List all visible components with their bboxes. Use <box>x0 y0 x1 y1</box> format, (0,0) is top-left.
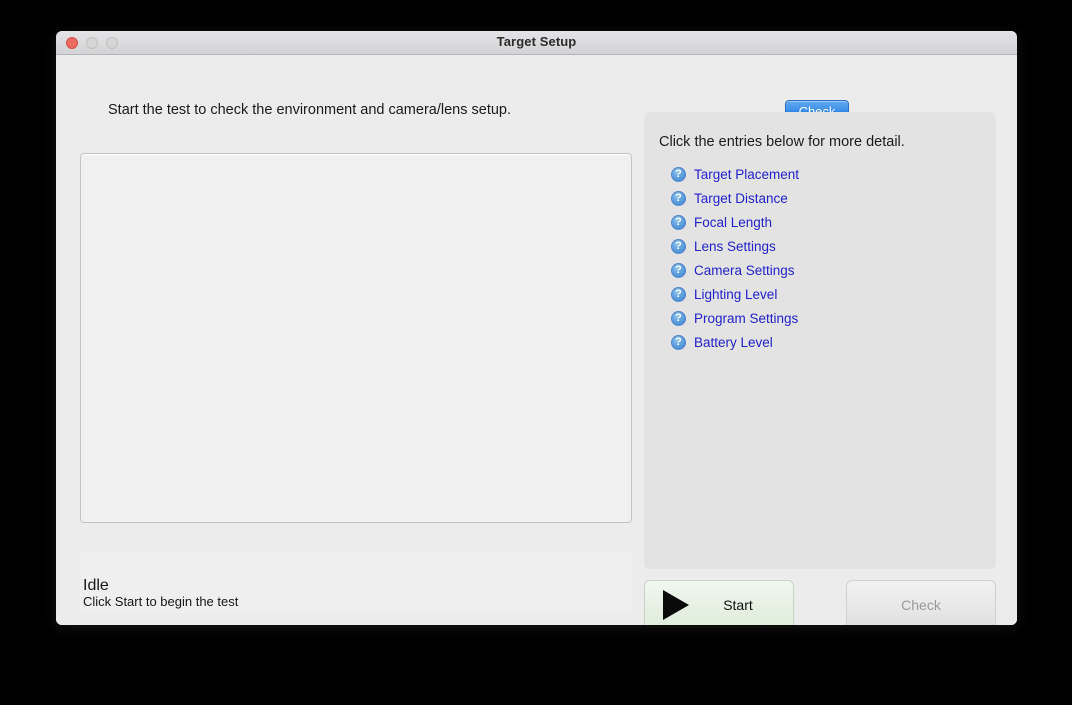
check-entry-list: Target Placement Target Distance Focal L… <box>671 162 971 354</box>
status-hint: Click Start to begin the test <box>83 594 239 609</box>
check-entry-target-placement[interactable]: Target Placement <box>671 162 971 186</box>
check-entry-label: Lighting Level <box>694 286 778 302</box>
check-entry-label: Target Distance <box>694 190 788 206</box>
window-title: Target Setup <box>496 34 577 49</box>
check-entry-program-settings[interactable]: Program Settings <box>671 306 971 330</box>
check-entry-label: Lens Settings <box>694 238 776 254</box>
check-panel: Click the entries below for more detail.… <box>644 112 996 569</box>
check-entry-label: Target Placement <box>694 166 800 182</box>
preview-area[interactable] <box>80 153 632 523</box>
help-circle-icon <box>671 262 686 278</box>
help-circle-icon <box>671 166 686 182</box>
window-body: Start the test to check the environment … <box>56 55 1017 625</box>
help-circle-icon <box>671 334 686 350</box>
check-entry-lens-settings[interactable]: Lens Settings <box>671 234 971 258</box>
help-circle-icon <box>671 286 686 302</box>
help-circle-icon <box>671 238 686 254</box>
window-titlebar: Target Setup <box>56 31 1017 55</box>
check-entry-lighting-level[interactable]: Lighting Level <box>671 282 971 306</box>
check-button: Check <box>846 580 996 625</box>
help-circle-icon <box>671 214 686 230</box>
check-entry-label: Program Settings <box>694 310 799 326</box>
instruction-text: Start the test to check the environment … <box>108 102 511 118</box>
check-button-label: Check <box>901 597 941 613</box>
check-entry-focal-length[interactable]: Focal Length <box>671 210 971 234</box>
check-entry-target-distance[interactable]: Target Distance <box>671 186 971 210</box>
help-circle-icon <box>671 190 686 206</box>
check-entry-battery-level[interactable]: Battery Level <box>671 330 971 354</box>
start-button[interactable]: Start <box>644 580 794 625</box>
start-button-label: Start <box>723 597 753 613</box>
check-entry-camera-settings[interactable]: Camera Settings <box>671 258 971 282</box>
help-circle-icon <box>671 310 686 326</box>
application-window: Target Setup Start the test to check the… <box>56 31 1017 625</box>
status-panel: Idle Click Start to begin the test <box>80 551 632 613</box>
screen: Target Setup Start the test to check the… <box>0 0 1072 705</box>
check-entry-label: Focal Length <box>694 214 773 230</box>
check-entry-label: Battery Level <box>694 334 773 350</box>
panel-hint-text: Click the entries below for more detail. <box>659 134 905 150</box>
check-entry-label: Camera Settings <box>694 262 795 278</box>
status-state: Idle <box>83 577 109 594</box>
